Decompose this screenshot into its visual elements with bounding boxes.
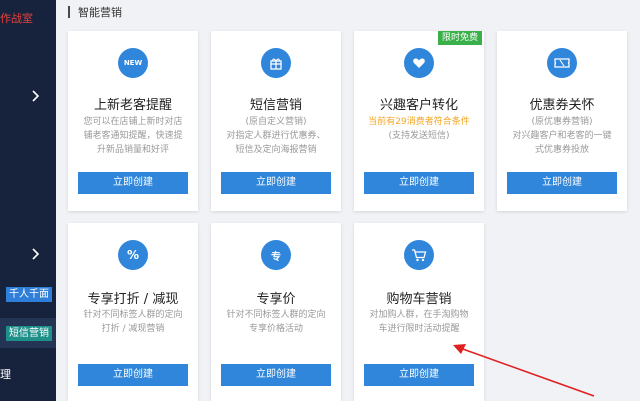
limited-free-badge: 限时免费: [437, 31, 482, 45]
sidebar: 作战室 千人千面 短信营销 理: [0, 0, 56, 401]
card-title: 上新老客提醒: [93, 98, 172, 113]
card-cart-marketing: 购物车营销 对加购人群，在手淘购物 车进行限时活动提醒 立即创建: [354, 223, 484, 401]
card-title: 优惠券关怀: [529, 98, 595, 113]
eligible-count-text: 当前有29消费者符合条件: [368, 117, 470, 127]
card-exclusive-price: 专 专享价 针对不同标签人群的定向 专享价格活动 立即创建: [211, 223, 341, 401]
heart-icon: [404, 48, 434, 78]
sidebar-item-qianren[interactable]: 千人千面: [6, 287, 52, 302]
exclusive-icon: 专: [261, 240, 291, 270]
percent-icon: %: [118, 240, 148, 270]
cart-icon: [404, 240, 434, 270]
create-button[interactable]: 立即创建: [221, 364, 331, 386]
section-title: 智能营销: [78, 6, 122, 19]
chevron-right-icon[interactable]: [30, 89, 42, 103]
create-button[interactable]: 立即创建: [78, 364, 188, 386]
card-title: 兴趣客户转化: [379, 98, 458, 113]
card-desc: 您可以在店铺上新时对店 铺老客通知提醒，快速提 升新品销量和好评: [83, 117, 183, 155]
card-desc: 对加购人群，在手淘购物 车进行限时活动提醒: [369, 310, 469, 334]
card-title: 短信营销: [249, 98, 302, 113]
gift-icon: [261, 48, 291, 78]
create-button[interactable]: 立即创建: [221, 172, 331, 194]
sidebar-item-label[interactable]: 理: [0, 366, 11, 382]
coupon-icon: [547, 48, 577, 78]
card-desc: 针对不同标签人群的定向 专享价格活动: [226, 310, 326, 334]
sidebar-brand-text: 作战室: [0, 12, 33, 25]
create-button[interactable]: 立即创建: [78, 172, 188, 194]
card-sms-marketing: 短信营销 (原自定义营销) 对指定人群进行优惠券、 短信及定向海报营销 立即创建: [211, 31, 341, 211]
card-desc: (原优惠券营销) 对兴趣客户和老客的一键 式优惠券投放: [512, 117, 612, 155]
card-title: 专享打折 / 减现: [87, 292, 179, 307]
card-desc: 针对不同标签人群的定向 打折 / 减现营销: [83, 310, 183, 334]
card-coupon-care: 优惠券关怀 (原优惠券营销) 对兴趣客户和老客的一键 式优惠券投放 立即创建: [497, 31, 627, 211]
card-new-arrival-reminder: NEW 上新老客提醒 您可以在店铺上新时对店 铺老客通知提醒，快速提 升新品销量…: [68, 31, 198, 211]
card-exclusive-discount: % 专享打折 / 减现 针对不同标签人群的定向 打折 / 减现营销 立即创建: [68, 223, 198, 401]
card-title: 专享价: [256, 292, 296, 307]
card-interest-conversion: 限时免费 兴趣客户转化 当前有29消费者符合条件 (支持发送短信) 立即创建: [354, 31, 484, 211]
main-content: 智能营销 NEW 上新老客提醒 您可以在店铺上新时对店 铺老客通知提醒，快速提 …: [56, 0, 640, 401]
card-title: 购物车营销: [386, 292, 452, 307]
create-button[interactable]: 立即创建: [364, 172, 474, 194]
card-desc: 当前有29消费者符合条件 (支持发送短信): [363, 115, 475, 143]
chevron-right-icon[interactable]: [30, 247, 42, 261]
create-button[interactable]: 立即创建: [364, 364, 474, 386]
new-icon: NEW: [118, 48, 148, 78]
card-desc: (原自定义营销) 对指定人群进行优惠券、 短信及定向海报营销: [226, 117, 326, 155]
sidebar-item-sms-marketing[interactable]: 短信营销: [6, 326, 52, 341]
section-bar: [68, 6, 70, 18]
create-button[interactable]: 立即创建: [507, 172, 617, 194]
